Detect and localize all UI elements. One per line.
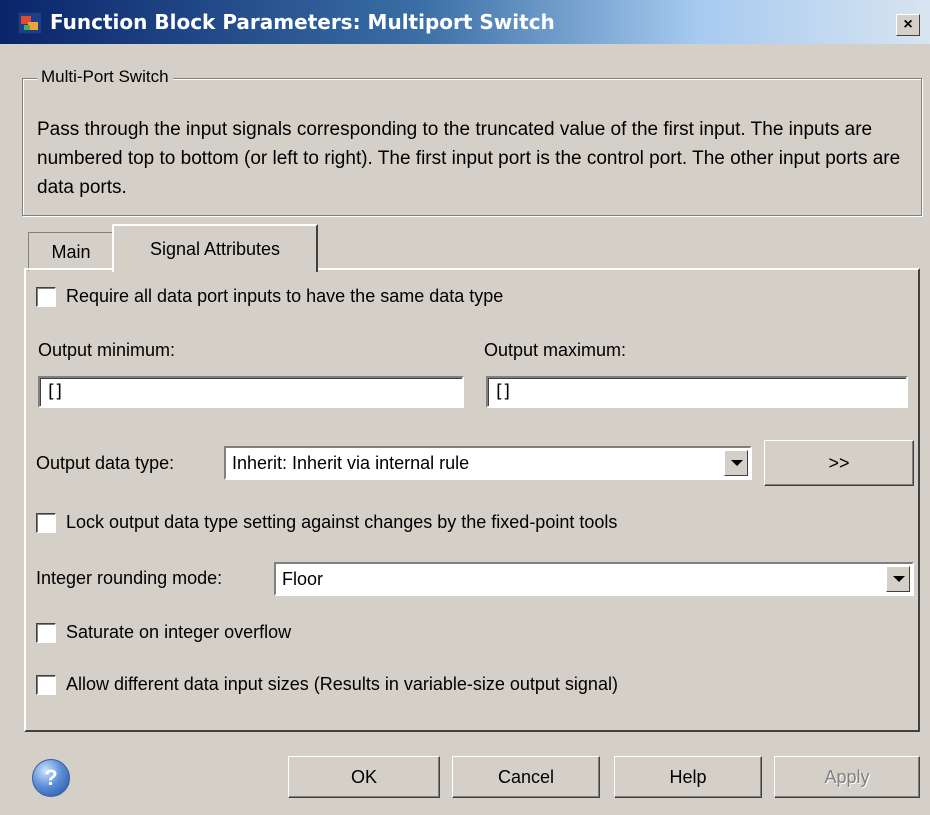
lock-data-type-checkbox[interactable] [36,513,56,533]
title-bar: Function Block Parameters: Multiport Swi… [0,0,930,44]
window-title: Function Block Parameters: Multiport Swi… [50,10,555,34]
ok-button[interactable]: OK [288,756,440,798]
simulink-block-icon [18,12,42,34]
signal-attributes-panel [24,268,920,732]
close-button[interactable]: × [896,14,920,36]
help-button[interactable]: Help [614,756,762,798]
tab-main[interactable]: Main [28,232,114,271]
rounding-mode-select[interactable]: Floor [274,562,914,596]
same-data-type-label: Require all data port inputs to have the… [66,286,504,306]
saturate-overflow-checkbox[interactable] [36,623,56,643]
output-data-type-label: Output data type: [36,453,175,473]
output-minimum-input[interactable]: [] [38,376,464,408]
lock-data-type-label: Lock output data type setting against ch… [66,512,618,532]
output-maximum-label: Output maximum: [484,340,627,360]
saturate-overflow-label: Saturate on integer overflow [66,622,292,642]
rounding-mode-value: Floor [282,569,324,589]
data-type-assistant-button[interactable]: >> [764,440,914,486]
chevron-down-icon[interactable] [724,450,748,476]
block-description: Pass through the input signals correspon… [37,119,901,198]
cancel-button[interactable]: Cancel [452,756,600,798]
variable-size-label: Allow different data input sizes (Result… [66,674,618,694]
output-minimum-label: Output minimum: [38,340,176,360]
help-icon[interactable]: ? [32,759,70,797]
apply-button[interactable]: Apply [774,756,920,798]
variable-size-checkbox[interactable] [36,675,56,695]
tab-signal-attributes[interactable]: Signal Attributes [112,224,318,272]
output-data-type-value: Inherit: Inherit via internal rule [232,453,470,473]
output-maximum-input[interactable]: [] [486,376,908,408]
same-data-type-checkbox[interactable] [36,287,56,307]
chevron-down-icon[interactable] [886,566,910,592]
rounding-mode-label: Integer rounding mode: [36,568,223,588]
group-title: Multi-Port Switch [37,67,173,87]
output-data-type-select[interactable]: Inherit: Inherit via internal rule [224,446,752,480]
block-description-group: Multi-Port Switch Pass through the input… [22,67,922,216]
